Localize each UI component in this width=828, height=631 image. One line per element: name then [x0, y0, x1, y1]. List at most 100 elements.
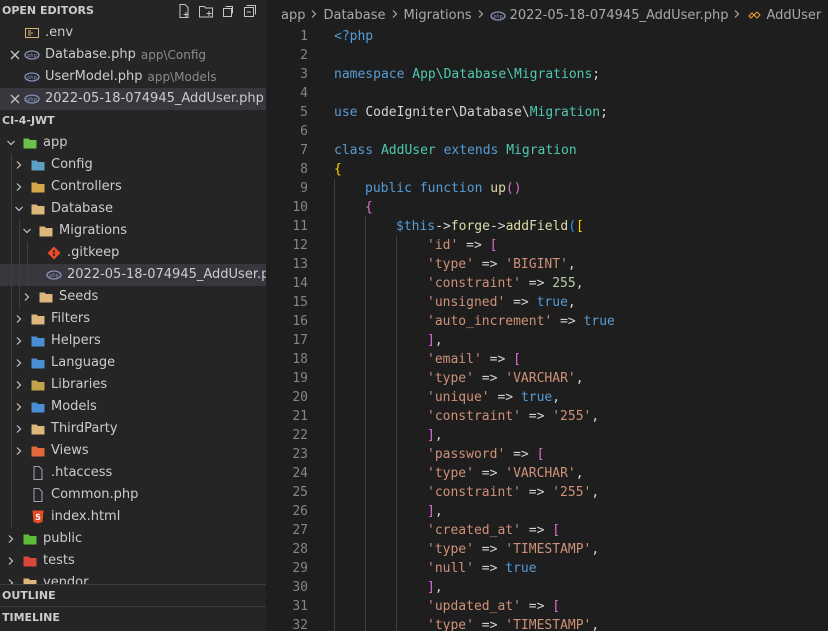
code-line[interactable]: 8{ — [266, 160, 828, 179]
code-line[interactable]: 18 'email' => [ — [266, 350, 828, 369]
chevron-right-icon[interactable] — [12, 311, 26, 327]
chevron-right-icon[interactable] — [12, 377, 26, 393]
code-line[interactable]: 20 'unique' => true, — [266, 388, 828, 407]
new-file-icon[interactable] — [176, 3, 192, 19]
file-item[interactable]: .htaccess — [0, 462, 266, 484]
code-line[interactable]: 4 — [266, 84, 828, 103]
code-token: Migration — [529, 105, 601, 120]
code-line[interactable]: 9 public function up() — [266, 179, 828, 198]
folder-item[interactable]: Config — [0, 154, 266, 176]
code-line[interactable]: 30], — [266, 578, 828, 597]
close-icon[interactable] — [9, 88, 21, 110]
folder-item[interactable]: app — [0, 132, 266, 154]
folder-item[interactable]: Views — [0, 440, 266, 462]
code-line[interactable]: 22], — [266, 426, 828, 445]
chevron-right-icon[interactable] — [12, 333, 26, 349]
folder-item[interactable]: Helpers — [0, 330, 266, 352]
code-editor[interactable]: app Database Migrations php 2022-05-18-07494… — [266, 0, 828, 631]
code-area[interactable]: 1 <?php 2 3 namespace App\Database\Migration… — [266, 27, 828, 631]
folder-item[interactable]: Controllers — [0, 176, 266, 198]
line-number: 29 — [292, 561, 308, 576]
chevron-right-icon[interactable] — [12, 421, 26, 437]
folder-item[interactable]: Filters — [0, 308, 266, 330]
file-item[interactable]: php 2022-05-18-074945_AddUser.php — [0, 264, 266, 286]
code-line[interactable]: 1 <?php — [266, 27, 828, 46]
folder-item[interactable]: vendor — [0, 572, 266, 584]
chevron-right-icon[interactable] — [4, 553, 18, 569]
chevron-right-icon[interactable] — [4, 575, 18, 584]
chevron-right-icon[interactable] — [12, 443, 26, 459]
code-line[interactable]: 3 namespace App\Database\Migrations; — [266, 65, 828, 84]
code-token: , — [434, 333, 443, 348]
indent-guide — [365, 578, 366, 597]
chevron-right-icon[interactable] — [20, 289, 34, 305]
code-text: { — [365, 198, 373, 217]
chevron-right-icon[interactable] — [4, 531, 18, 547]
project-header[interactable]: CI-4-JWT — [0, 110, 266, 132]
code-line[interactable]: 24 'type' => 'VARCHAR', — [266, 464, 828, 483]
folder-item[interactable]: Migrations — [0, 220, 266, 242]
chevron-down-icon[interactable] — [20, 223, 34, 239]
code-line[interactable]: 15 'unsigned' => true, — [266, 293, 828, 312]
code-line[interactable]: 29 'null' => true — [266, 559, 828, 578]
chevron-right-icon[interactable] — [12, 355, 26, 371]
folder-item[interactable]: Models — [0, 396, 266, 418]
chevron-right-icon[interactable] — [12, 179, 26, 195]
folder-item[interactable]: Database — [0, 198, 266, 220]
collapse-all-icon[interactable] — [242, 3, 258, 19]
chevron-right-icon[interactable] — [12, 157, 26, 173]
chevron-down-icon[interactable] — [4, 135, 18, 151]
timeline-header[interactable]: TIMELINE — [0, 606, 266, 628]
code-line[interactable]: 16 'auto_increment' => true — [266, 312, 828, 331]
indent-guide — [19, 264, 20, 286]
outline-header[interactable]: OUTLINE — [0, 584, 266, 606]
open-editor-item[interactable]: php2022-05-18-074945_AddUser.phpa... — [0, 88, 266, 110]
folder-item[interactable]: tests — [0, 550, 266, 572]
line-number: 26 — [292, 504, 308, 519]
open-editor-item[interactable]: php Database.php app\Config — [0, 44, 266, 66]
file-item[interactable]: Common.php — [0, 484, 266, 506]
file-item[interactable]: 5 index.html — [0, 506, 266, 528]
file-item[interactable]: .gitkeep — [0, 242, 266, 264]
code-token: 'password' — [427, 447, 506, 462]
folder-item[interactable]: public — [0, 528, 266, 550]
code-line[interactable]: 7 class AddUser extends Migration — [266, 141, 828, 160]
folder-item[interactable]: ThirdParty — [0, 418, 266, 440]
code-line[interactable]: 2 — [266, 46, 828, 65]
code-line[interactable]: 25 'constraint' => '255', — [266, 483, 828, 502]
code-line[interactable]: 28 'type' => 'TIMESTAMP', — [266, 540, 828, 559]
code-line[interactable]: 17], — [266, 331, 828, 350]
open-editors-header[interactable]: OPEN EDITORS — [0, 0, 266, 22]
open-editor-item[interactable]: .env — [0, 22, 266, 44]
html-file-icon: 5 — [30, 509, 46, 525]
code-line[interactable]: 23 'password' => [ — [266, 445, 828, 464]
code-line[interactable]: 19 'type' => 'VARCHAR', — [266, 369, 828, 388]
refresh-icon[interactable] — [220, 3, 236, 19]
tree-item-label: Views — [51, 443, 89, 458]
folder-item[interactable]: Seeds — [0, 286, 266, 308]
folder-icon — [38, 289, 54, 305]
code-line[interactable]: 11 $this->forge->addField([ — [266, 217, 828, 236]
code-line[interactable]: 27 'created_at' => [ — [266, 521, 828, 540]
code-line[interactable]: 31 'updated_at' => [ — [266, 597, 828, 616]
chevron-down-icon[interactable] — [12, 201, 26, 217]
code-line[interactable]: 6 — [266, 122, 828, 141]
folder-item[interactable]: Language — [0, 352, 266, 374]
code-line[interactable]: 10 { — [266, 198, 828, 217]
chevron-right-icon[interactable] — [12, 399, 26, 415]
new-folder-icon[interactable] — [198, 3, 214, 19]
code-line[interactable]: 5 use CodeIgniter\Database\Migration; — [266, 103, 828, 122]
code-line[interactable]: 13 'type' => 'BIGINT', — [266, 255, 828, 274]
folder-item[interactable]: Libraries — [0, 374, 266, 396]
code-line[interactable]: 32 'type' => 'TIMESTAMP', — [266, 616, 828, 631]
close-icon[interactable] — [9, 44, 21, 66]
code-line[interactable]: 26], — [266, 502, 828, 521]
project-title: CI-4-JWT — [2, 114, 55, 127]
open-editor-item[interactable]: php UserModel.php app\Models — [0, 66, 266, 88]
code-line[interactable]: 14 'constraint' => 255, — [266, 274, 828, 293]
code-line[interactable]: 21 'constraint' => '255', — [266, 407, 828, 426]
code-text: ], — [427, 426, 443, 445]
code-line[interactable]: 12 'id' => [ — [266, 236, 828, 255]
line-number: 27 — [292, 523, 308, 538]
